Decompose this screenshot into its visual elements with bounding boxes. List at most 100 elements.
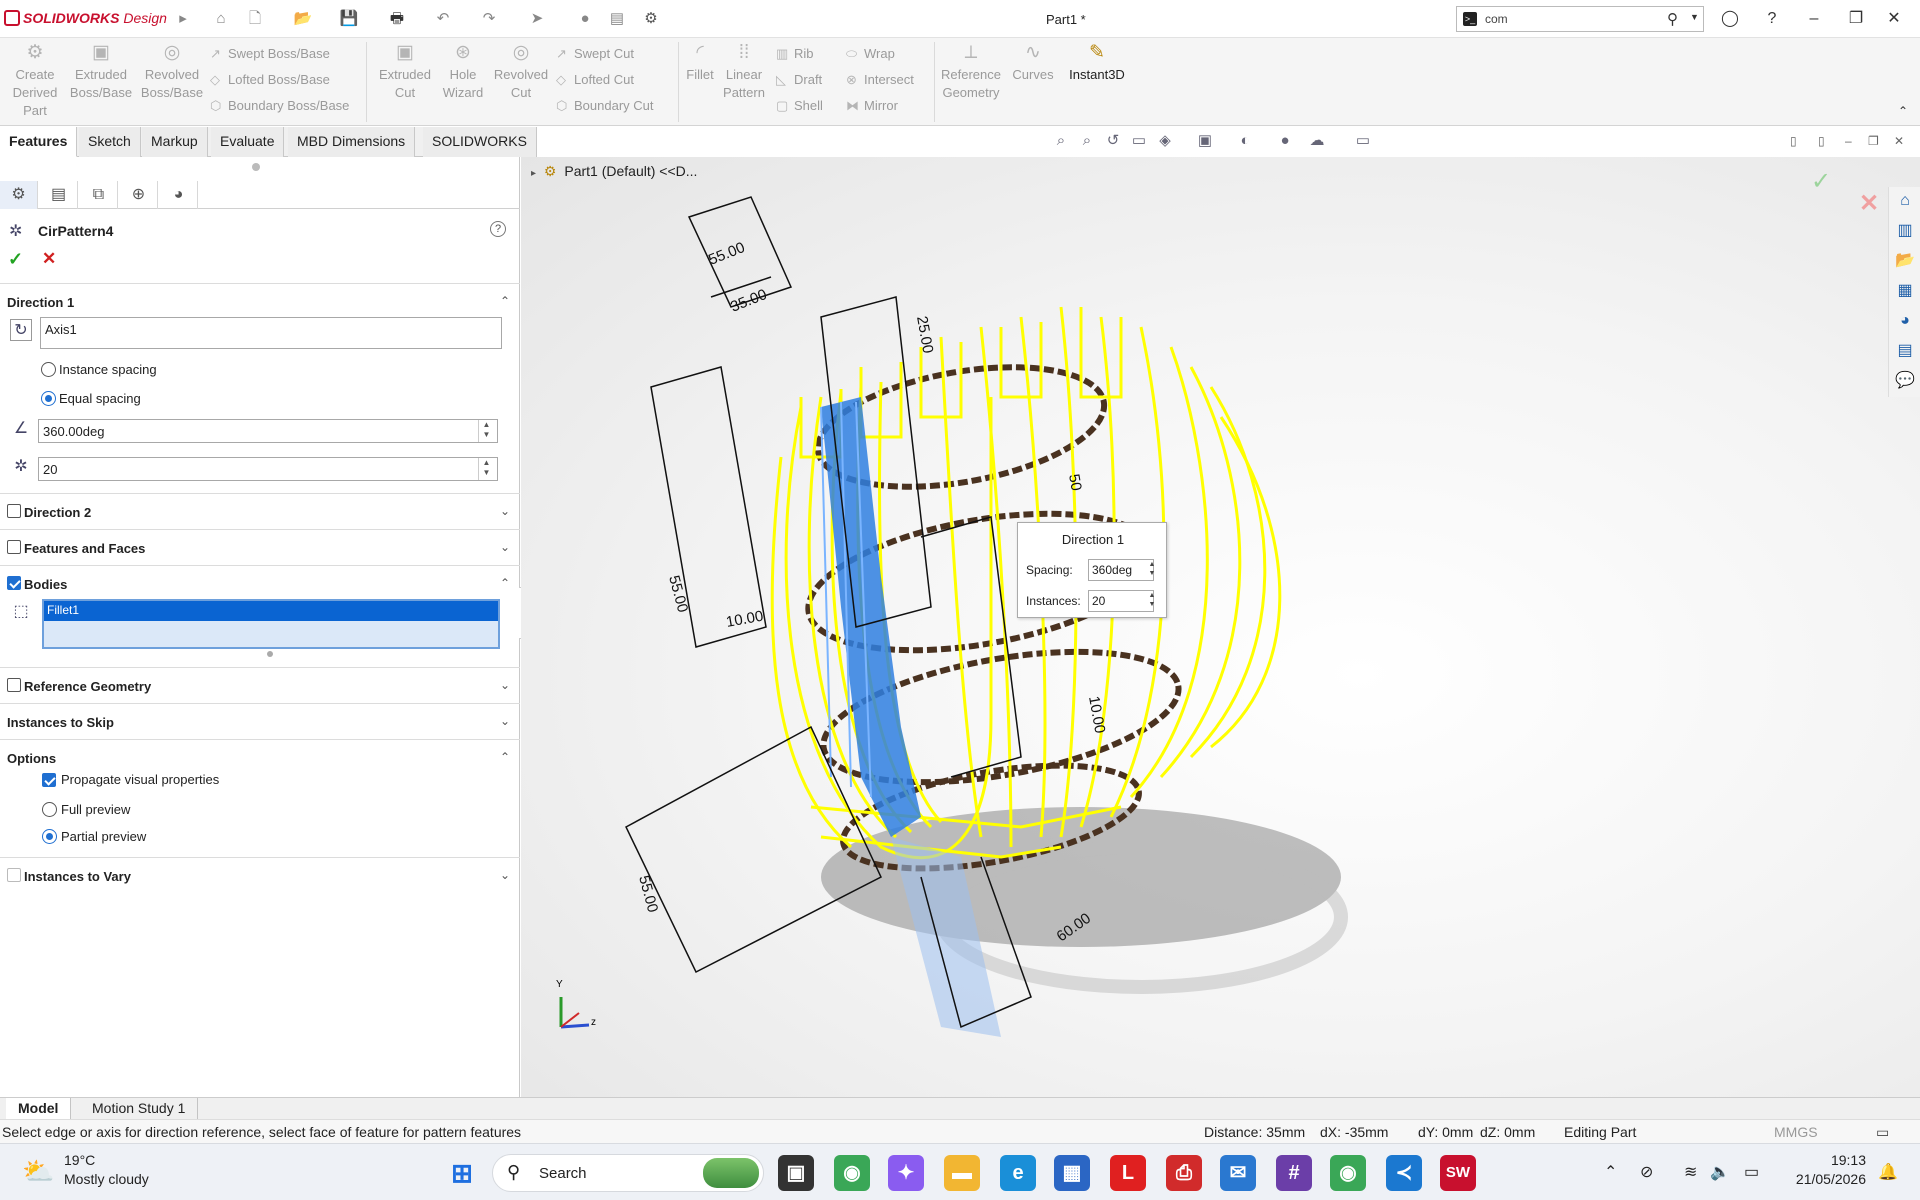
property-manager-tab-icon[interactable]: ▤ xyxy=(40,181,78,209)
restore-icon[interactable]: ❐ xyxy=(1844,8,1868,30)
lofted-cut-button[interactable]: ◇ Lofted Cut xyxy=(556,72,634,88)
shell-button[interactable]: ▢ Shell xyxy=(776,98,823,114)
dimension-55-left[interactable]: 55.00 xyxy=(665,574,691,615)
wifi-icon[interactable]: ≋ xyxy=(1684,1162,1697,1182)
collapse-ribbon-icon[interactable]: ⌃ xyxy=(1898,104,1908,118)
selected-body-item[interactable]: Fillet1 xyxy=(44,601,498,621)
extruded-cut-button[interactable]: ▣ Extruded Cut xyxy=(372,42,438,102)
linear-pattern-button[interactable]: ⁞⁞ Linear Pattern xyxy=(718,42,770,102)
edit-appearance-icon[interactable]: ● xyxy=(1274,130,1296,152)
dimension-25[interactable]: 25.00 xyxy=(913,315,936,355)
vscode-icon[interactable]: ≺ xyxy=(1386,1155,1422,1191)
instances-to-skip-section-header[interactable]: Instances to Skip ⌄ xyxy=(0,703,520,739)
options-section-header[interactable]: Options ⌃ xyxy=(0,739,520,775)
apply-scene-icon[interactable]: ☁ xyxy=(1306,130,1328,152)
instances-to-vary-checkbox[interactable] xyxy=(7,868,21,882)
windows-start-icon[interactable]: ⊞ xyxy=(444,1155,480,1191)
file-explorer-icon[interactable]: 📂 xyxy=(1893,249,1917,273)
design-library-icon[interactable]: ▥ xyxy=(1893,219,1917,243)
weather-description[interactable]: Mostly cloudy xyxy=(64,1171,149,1187)
microsoft-store-icon[interactable]: ▦ xyxy=(1054,1155,1090,1191)
boundary-cut-button[interactable]: ⬡ Boundary Cut xyxy=(556,98,654,114)
cancel-x-button[interactable]: ✕ xyxy=(42,249,56,269)
sync-off-icon[interactable]: ⊘ xyxy=(1640,1162,1653,1182)
bodies-section-header[interactable]: Bodies ⌃ xyxy=(0,565,520,601)
viewport-tile-icon[interactable]: ▯ xyxy=(1790,134,1797,148)
display-style-icon[interactable]: ▣ xyxy=(1194,130,1216,152)
dimension-55-bottom[interactable]: 55.00 xyxy=(635,874,661,915)
fillet-button[interactable]: ◜ Fillet xyxy=(682,42,718,84)
extruded-boss-button[interactable]: ▣ Extruded Boss/Base xyxy=(68,42,134,102)
solidworks-taskbar-icon[interactable]: SW xyxy=(1440,1155,1476,1191)
draft-button[interactable]: ◺ Draft xyxy=(776,72,822,88)
lastpass-l-icon[interactable]: L xyxy=(1110,1155,1146,1191)
appearances-icon[interactable]: ◕ xyxy=(1893,309,1917,333)
customize-status-icon[interactable]: ▭ xyxy=(1876,1124,1889,1141)
battery-icon[interactable]: ▭ xyxy=(1744,1162,1759,1182)
dimxpert-manager-tab-icon[interactable]: ⊕ xyxy=(120,181,158,209)
solidworks-logo[interactable]: SOLIDWORKS Design xyxy=(4,10,167,26)
boundary-boss-button[interactable]: ⬡ Boundary Boss/Base xyxy=(210,98,349,114)
task-view-icon[interactable]: ▣ xyxy=(778,1155,814,1191)
chevron-down-icon[interactable]: ⌄ xyxy=(500,540,510,554)
propagate-visual-checkbox[interactable] xyxy=(42,773,56,787)
home-icon[interactable]: ⌂ xyxy=(210,9,232,29)
lofted-boss-button[interactable]: ◇ Lofted Boss/Base xyxy=(210,72,330,88)
instance-count-field[interactable]: 20 xyxy=(38,457,498,481)
list-resize-handle[interactable] xyxy=(267,651,273,657)
tab-evaluate[interactable]: Evaluate xyxy=(211,127,285,157)
chrome-profile-icon[interactable]: ◉ xyxy=(1330,1155,1366,1191)
chevron-up-icon[interactable]: ⌃ xyxy=(500,576,510,590)
swept-boss-button[interactable]: ↗ Swept Boss/Base xyxy=(210,46,330,62)
notifications-icon[interactable]: 🔔 xyxy=(1878,1162,1898,1182)
rib-button[interactable]: ▥ Rib xyxy=(776,46,814,62)
search-icon[interactable]: ⚲ xyxy=(1667,10,1678,28)
chevron-down-icon[interactable]: ⌄ xyxy=(500,868,510,882)
instance-spacing-radio[interactable] xyxy=(41,362,56,377)
tab-solidworks-add-ins[interactable]: SOLIDWORKS Add-Ins xyxy=(423,127,537,177)
dimension-50[interactable]: 50 xyxy=(1065,473,1085,492)
display-manager-tab-icon[interactable]: ◕ xyxy=(160,181,198,209)
open-icon[interactable]: 📂 xyxy=(292,9,314,29)
undo-icon[interactable]: ↶ xyxy=(432,9,454,29)
mirror-button[interactable]: ⧓ Mirror xyxy=(846,98,898,114)
clock-date[interactable]: 21/05/2026 xyxy=(1786,1171,1866,1187)
direction1-callout[interactable]: Direction 1 Spacing: 360deg ▲ ▼ Instances… xyxy=(1017,522,1167,618)
options-gear-icon[interactable]: ⚙ xyxy=(640,9,662,29)
previous-view-icon[interactable]: ↺ xyxy=(1102,130,1124,152)
chevron-up-icon[interactable]: ⌃ xyxy=(500,750,510,764)
chevron-down-icon[interactable]: ⌄ xyxy=(500,678,510,692)
callout-spacing-spinner[interactable]: ▲ ▼ xyxy=(1146,560,1158,580)
search-box[interactable]: >_ ⚲ ▼ xyxy=(1456,6,1704,32)
angle-field[interactable]: 360.00deg xyxy=(38,419,498,443)
dimension-35[interactable]: 35.00 xyxy=(728,286,769,316)
curves-button[interactable]: ∿ Curves xyxy=(1008,42,1058,84)
file-explorer-taskbar-icon[interactable]: ▬ xyxy=(944,1155,980,1191)
close-icon[interactable]: ✕ xyxy=(1882,8,1906,30)
view-orientation-icon[interactable]: ◈ xyxy=(1154,130,1176,152)
custom-properties-icon[interactable]: ▤ xyxy=(1893,339,1917,363)
configuration-manager-tab-icon[interactable]: ⧉ xyxy=(80,181,118,209)
features-faces-section-header[interactable]: Features and Faces ⌄ xyxy=(0,529,520,565)
help-icon[interactable]: ? xyxy=(490,221,506,237)
edge-icon[interactable]: e xyxy=(1000,1155,1036,1191)
view-settings-icon[interactable]: ▭ xyxy=(1352,130,1374,152)
tab-motion-study-1[interactable]: Motion Study 1 xyxy=(80,1098,199,1120)
instant3d-button[interactable]: ✎ Instant3D xyxy=(1062,42,1132,84)
clock-time[interactable]: 19:13 xyxy=(1796,1152,1866,1168)
swept-cut-button[interactable]: ↗ Swept Cut xyxy=(556,46,634,62)
create-derived-part-button[interactable]: ⚙ Create Derived Part xyxy=(4,42,66,120)
redo-icon[interactable]: ↷ xyxy=(478,9,500,29)
help-icon[interactable]: ? xyxy=(1760,8,1784,30)
tab-features[interactable]: Features xyxy=(0,127,78,157)
pdf-reader-icon[interactable]: ⎙ xyxy=(1166,1155,1202,1191)
file-properties-icon[interactable]: ▤ xyxy=(606,9,628,29)
hole-wizard-button[interactable]: ⊛ Hole Wizard xyxy=(436,42,490,102)
reference-geometry-section-header[interactable]: Reference Geometry ⌄ xyxy=(0,667,520,703)
dimension-10[interactable]: 10.00 xyxy=(725,608,765,631)
select-icon[interactable]: ➤ xyxy=(526,9,548,29)
viewport-split-icon[interactable]: ▯ xyxy=(1818,134,1825,148)
revolved-boss-button[interactable]: ◎ Revolved Boss/Base xyxy=(138,42,206,102)
slack-icon[interactable]: # xyxy=(1276,1155,1312,1191)
pattern-axis-field[interactable]: Axis1 xyxy=(40,317,502,349)
